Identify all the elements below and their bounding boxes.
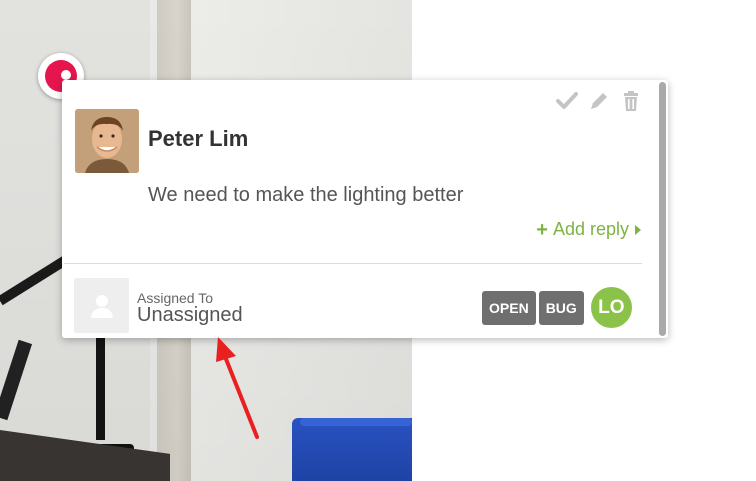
assignee-initials-avatar[interactable]: LO [588,285,634,330]
user-silhouette-icon [90,294,113,318]
card-actions [556,90,642,112]
caret-right-icon [635,224,641,235]
add-reply-button[interactable]: + Add reply [536,219,642,240]
comment-message: We need to make the lighting better [148,184,464,206]
trash-icon[interactable] [620,90,642,112]
divider [64,263,642,264]
add-reply-label: Add reply [552,219,629,239]
pencil-icon[interactable] [588,90,610,112]
comment-card: Peter Lim We need to make the lighting b… [62,80,668,338]
author-avatar [75,109,139,173]
comment-author: Peter Lim [148,126,249,151]
type-tag-bug[interactable]: BUG [538,290,584,325]
annotation-arrow [216,337,259,439]
status-tag-open[interactable]: OPEN [482,290,536,325]
plus-icon: + [536,218,548,241]
card-scrollbar[interactable] [656,82,668,336]
assigned-to-value[interactable]: Unassigned [137,304,243,327]
scrollbar-thumb[interactable] [659,82,666,336]
assignee-placeholder-avatar[interactable] [74,278,129,333]
check-icon[interactable] [556,90,578,112]
tag-group: OPEN BUG LO [482,285,634,330]
